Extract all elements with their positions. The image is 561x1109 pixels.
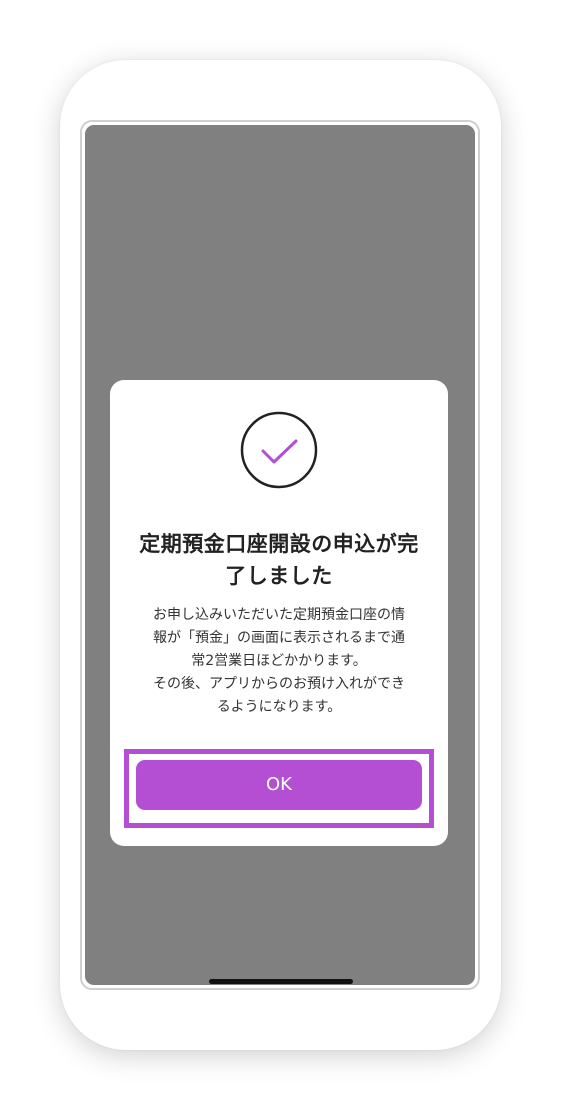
- phone-screen: 定期預金口座開設の申込が完 了しました お申し込みいただいた定期預金口座の情 報…: [80, 120, 480, 990]
- message-line: お申し込みいただいた定期預金口座の情: [153, 607, 405, 623]
- message-line: 報が「預金」の画面に表示されるまで通: [153, 630, 405, 646]
- dialog-title-line: 了しました: [225, 564, 333, 588]
- dialog-title: 定期預金口座開設の申込が完 了しました: [130, 528, 428, 592]
- message-line: 常2営業日ほどかかります。: [191, 653, 367, 669]
- phone-frame: 定期預金口座開設の申込が完 了しました お申し込みいただいた定期預金口座の情 報…: [60, 60, 501, 1050]
- check-circle-icon: [240, 411, 318, 489]
- home-indicator: [209, 979, 353, 984]
- message-line: その後、アプリからのお預け入れができ: [153, 676, 405, 692]
- completion-dialog: 定期預金口座開設の申込が完 了しました お申し込みいただいた定期預金口座の情 報…: [110, 380, 448, 846]
- message-line: るようになります。: [216, 699, 342, 715]
- dialog-message: お申し込みいただいた定期預金口座の情 報が「預金」の画面に表示されるまで通 常2…: [138, 604, 420, 719]
- ok-button[interactable]: OK: [136, 760, 422, 810]
- dialog-title-line: 定期預金口座開設の申込が完: [139, 532, 419, 556]
